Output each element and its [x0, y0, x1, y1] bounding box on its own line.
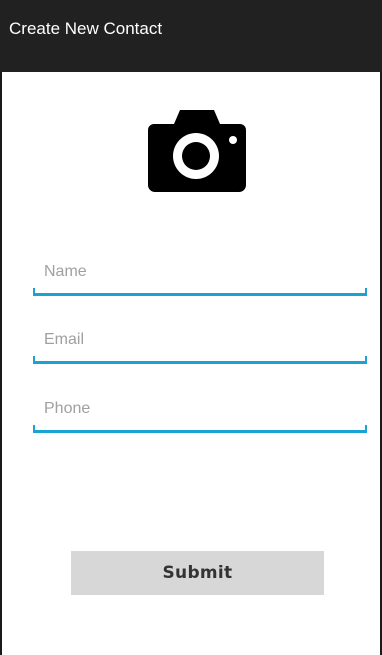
submit-button[interactable]: Submit [71, 551, 324, 595]
page-title: Create New Contact [9, 19, 163, 38]
email-underline-tick-left [33, 356, 35, 364]
email-field[interactable] [33, 324, 367, 364]
email-underline-tick-right [365, 356, 367, 364]
email-input[interactable] [33, 324, 367, 356]
phone-underline-tick-left [33, 425, 35, 433]
name-underline-tick-right [365, 288, 367, 296]
add-photo-button[interactable] [148, 110, 246, 192]
phone-input[interactable] [33, 393, 367, 425]
phone-underline [33, 430, 367, 433]
name-underline-tick-left [33, 288, 35, 296]
name-field[interactable] [33, 256, 367, 296]
name-underline [33, 293, 367, 296]
phone-underline-tick-right [365, 425, 367, 433]
app-bar: Create New Contact [0, 0, 382, 72]
app-screen: Create New Contact Submit [0, 0, 382, 655]
phone-field[interactable] [33, 393, 367, 433]
name-input[interactable] [33, 256, 367, 288]
camera-icon [148, 110, 246, 192]
submit-button-label: Submit [162, 563, 233, 583]
email-underline [33, 361, 367, 364]
